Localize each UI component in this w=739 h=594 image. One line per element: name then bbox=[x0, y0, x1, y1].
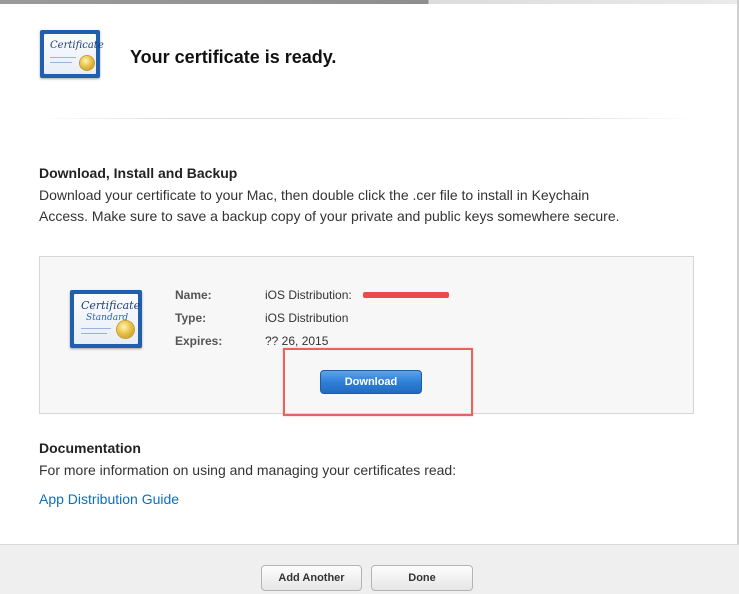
footer-bar bbox=[0, 544, 739, 594]
certificate-icon-label: Certificate bbox=[81, 299, 141, 312]
download-section-body: Download your certificate to your Mac, t… bbox=[39, 185, 620, 227]
certificate-icon-label: Certificate bbox=[50, 40, 104, 51]
download-section-body-line: Access. Make sure to save a backup copy … bbox=[39, 208, 620, 224]
page-title: Your certificate is ready. bbox=[130, 47, 337, 67]
expires-label: Expires: bbox=[175, 334, 223, 348]
certificate-line bbox=[81, 333, 107, 334]
header-divider bbox=[38, 118, 694, 119]
app-distribution-guide-link[interactable]: App Distribution Guide bbox=[39, 491, 179, 507]
certificate-standard-icon: Certificate Standard bbox=[70, 290, 142, 348]
redaction-mark bbox=[363, 292, 449, 298]
done-button[interactable]: Done bbox=[371, 565, 473, 591]
type-value: iOS Distribution bbox=[265, 311, 349, 325]
seal-icon bbox=[80, 56, 94, 70]
add-another-button[interactable]: Add Another bbox=[261, 565, 362, 591]
documentation-heading: Documentation bbox=[39, 440, 141, 456]
name-value: iOS Distribution: bbox=[265, 288, 352, 302]
download-section-heading: Download, Install and Backup bbox=[39, 165, 238, 181]
certificate-icon: Certificate bbox=[40, 30, 104, 78]
type-label: Type: bbox=[175, 311, 207, 325]
certificate-line bbox=[50, 57, 76, 58]
certificate-line bbox=[81, 328, 111, 329]
top-window-strip bbox=[0, 0, 739, 4]
expires-value: ?? 26, 2015 bbox=[265, 334, 329, 348]
seal-icon bbox=[117, 321, 134, 338]
certificate-line bbox=[50, 62, 72, 63]
download-section-body-line: Download your certificate to your Mac, t… bbox=[39, 187, 590, 203]
name-label: Name: bbox=[175, 288, 212, 302]
download-button[interactable]: Download bbox=[320, 370, 422, 394]
documentation-body: For more information on using and managi… bbox=[39, 462, 457, 478]
